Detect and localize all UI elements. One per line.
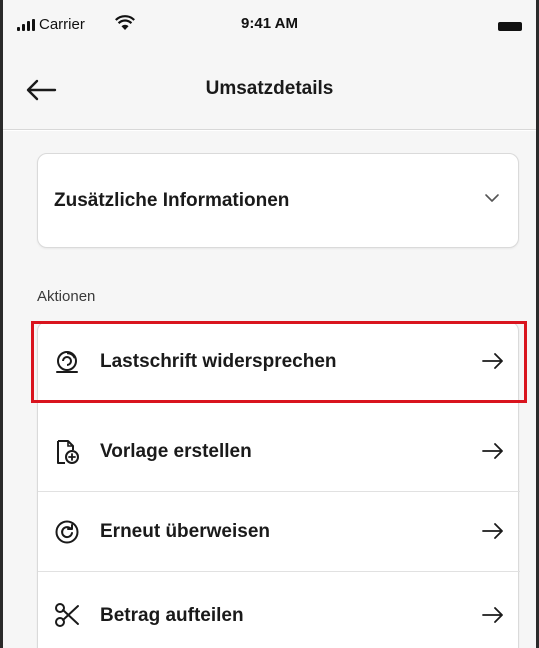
arrow-right-icon xyxy=(482,443,503,459)
action-label: Vorlage erstellen xyxy=(100,441,252,462)
repeat-transfer-icon xyxy=(55,520,79,544)
action-split-amount[interactable]: Betrag aufteilen xyxy=(38,572,520,648)
phone-screen: Carrier 9:41 AM Umsatzdetails Zusätzlich… xyxy=(0,0,539,648)
template-add-icon xyxy=(57,440,79,464)
status-bar: Carrier 9:41 AM xyxy=(3,0,536,50)
scissors-icon xyxy=(55,603,79,627)
battery-icon xyxy=(498,22,522,31)
additional-info-expander[interactable]: Zusätzliche Informationen xyxy=(37,153,519,248)
direct-debit-objection-icon xyxy=(56,351,78,373)
action-label: Erneut überweisen xyxy=(100,521,270,542)
content-area: Zusätzliche Informationen Aktionen Lasts… xyxy=(3,131,536,648)
actions-heading: Aktionen xyxy=(37,288,96,305)
additional-info-label: Zusätzliche Informationen xyxy=(54,190,290,211)
arrow-right-icon xyxy=(482,353,503,369)
action-repeat-transfer[interactable]: Erneut überweisen xyxy=(38,492,520,572)
action-label: Lastschrift widersprechen xyxy=(100,351,337,372)
navigation-bar: Umsatzdetails xyxy=(3,50,536,130)
chevron-down-icon xyxy=(485,194,499,202)
arrow-right-icon xyxy=(482,523,503,539)
page-title: Umsatzdetails xyxy=(205,78,334,99)
status-time: 9:41 AM xyxy=(241,15,298,32)
arrow-right-icon xyxy=(482,607,503,623)
action-create-template[interactable]: Vorlage erstellen xyxy=(38,412,520,492)
action-direct-debit-objection[interactable]: Lastschrift widersprechen xyxy=(31,321,527,403)
action-label: Betrag aufteilen xyxy=(100,605,244,626)
actions-list: Lastschrift widersprechen Vorlage erstel… xyxy=(31,321,527,648)
